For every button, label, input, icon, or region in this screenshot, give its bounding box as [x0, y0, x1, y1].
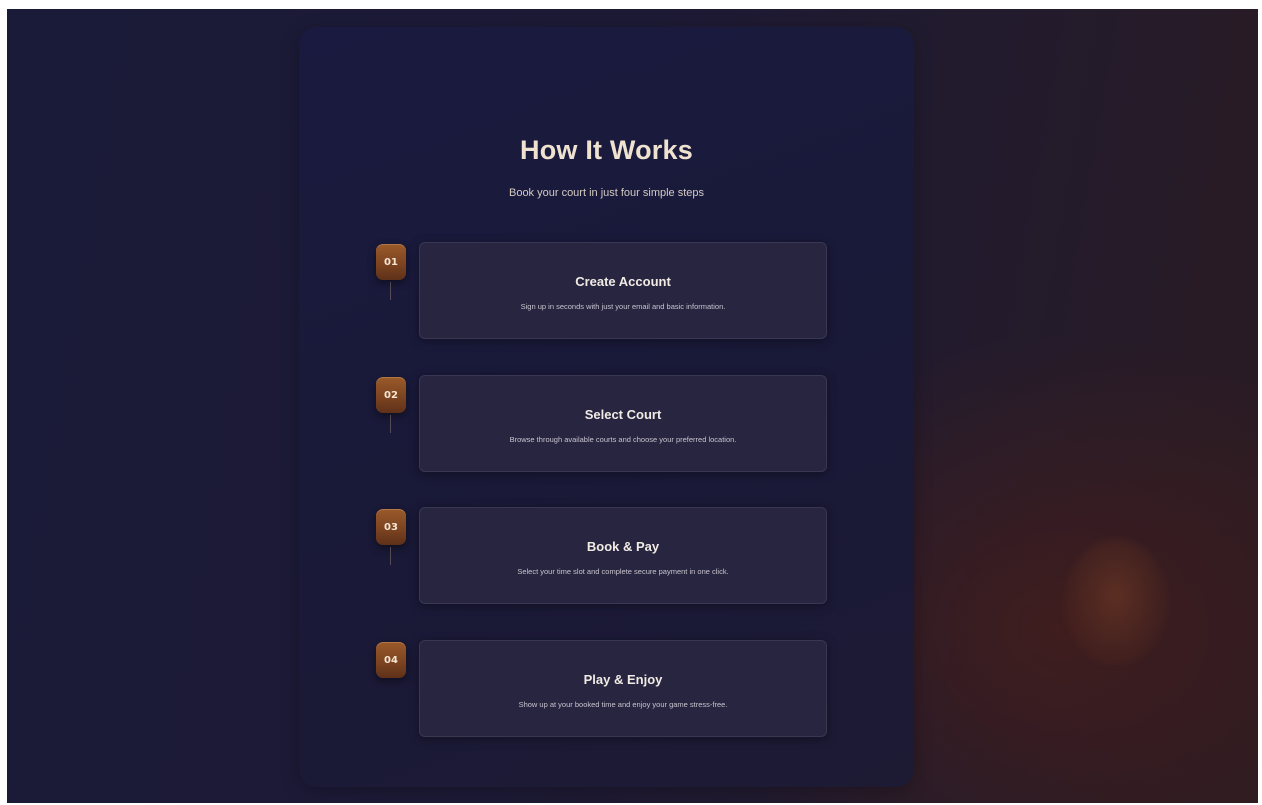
section-title: How It Works	[520, 135, 693, 165]
step-title: Create Account	[575, 274, 671, 289]
step-description: Show up at your booked time and enjoy yo…	[518, 700, 728, 709]
page-background: How It Works Book your court in just fou…	[7, 9, 1258, 803]
step-number-badge: 02	[376, 377, 406, 413]
step-connector-line	[390, 282, 391, 300]
step-title: Play & Enjoy	[583, 672, 663, 687]
step-title: Select Court	[584, 407, 662, 422]
step-connector-line	[390, 547, 391, 565]
decorative-glow	[1064, 539, 1168, 665]
step-connector-line	[390, 415, 391, 433]
step-card-create-account: Create Account Sign up in seconds with j…	[419, 242, 827, 339]
step-description: Sign up in seconds with just your email …	[520, 302, 726, 311]
step-card-play-and-enjoy: Play & Enjoy Show up at your booked time…	[419, 640, 827, 737]
step-card-select-court: Select Court Browse through available co…	[419, 375, 827, 472]
step-number-badge: 04	[376, 642, 406, 678]
step-description: Browse through available courts and choo…	[509, 435, 737, 444]
step-card-book-and-pay: Book & Pay Select your time slot and com…	[419, 507, 827, 604]
how-it-works-panel: How It Works Book your court in just fou…	[299, 27, 914, 787]
step-number-badge: 01	[376, 244, 406, 280]
step-number-badge: 03	[376, 509, 406, 545]
step-3: 03 Book & Pay Select your time slot and …	[376, 507, 836, 607]
step-2: 02 Select Court Browse through available…	[376, 375, 836, 475]
step-1: 01 Create Account Sign up in seconds wit…	[376, 242, 836, 342]
step-title: Book & Pay	[586, 539, 660, 554]
section-subtitle: Book your court in just four simple step…	[508, 187, 705, 199]
step-4: 04 Play & Enjoy Show up at your booked t…	[376, 640, 836, 740]
step-description: Select your time slot and complete secur…	[517, 567, 729, 576]
